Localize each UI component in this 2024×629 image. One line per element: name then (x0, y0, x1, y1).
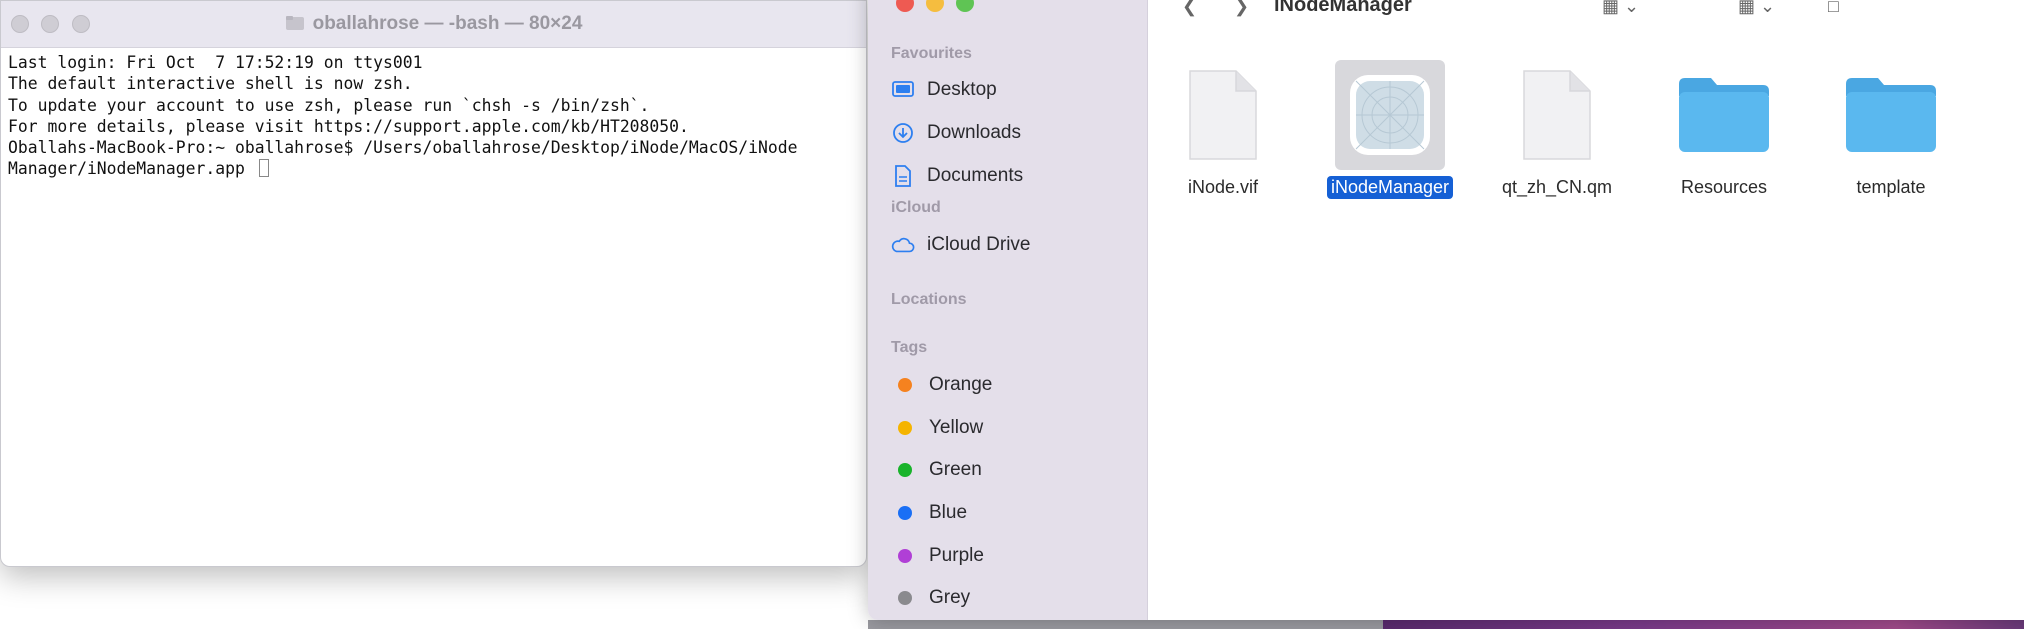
sidebar-item-label: Grey (929, 587, 971, 608)
documents-icon (891, 164, 915, 188)
sidebar-item-label: Orange (929, 374, 993, 395)
folder-name: Resources (1680, 177, 1768, 197)
back-button[interactable]: ❮ (1182, 0, 1197, 17)
tag-color-dot (898, 421, 912, 435)
sidebar-tag-blue[interactable]: Blue (891, 498, 967, 528)
sidebar-item-icloud-drive[interactable]: iCloud Drive (891, 230, 1030, 260)
sidebar-item-desktop[interactable]: Desktop (891, 75, 997, 105)
file-item-selected[interactable]: iNodeManager (1315, 60, 1465, 199)
sidebar-item-label: Green (929, 459, 982, 480)
text-cursor (258, 159, 269, 178)
sidebar-tag-grey[interactable]: Grey (891, 583, 970, 613)
locations-heading[interactable]: Locations (891, 291, 967, 309)
tag-color-dot (898, 463, 912, 477)
tag-color-dot (898, 549, 912, 563)
folder-name: template (1856, 177, 1926, 197)
sidebar-tag-green[interactable]: Green (891, 455, 982, 485)
file-name: iNodeManager (1326, 176, 1454, 199)
zoom-button[interactable] (956, 0, 974, 12)
terminal-line: Manager/iNodeManager.app (8, 159, 255, 179)
folder-item[interactable]: Resources (1649, 60, 1799, 199)
terminal-line: For more details, please visit https://s… (8, 116, 689, 136)
share-button[interactable]: □ (1828, 0, 1839, 17)
terminal-titlebar[interactable]: oballahrose — -bash — 80×24 (1, 1, 866, 48)
sidebar-tag-purple[interactable]: Purple (891, 541, 984, 571)
tag-color-dot (898, 506, 912, 520)
terminal-line: The default interactive shell is now zsh… (8, 74, 413, 94)
terminal-prompt-line: Manager/iNodeManager.app (8, 158, 866, 179)
file-name: qt_zh_CN.qm (1501, 177, 1613, 197)
finder-window[interactable]: Favourites Desktop Downloads Documents i… (868, 0, 2024, 620)
sidebar-tag-orange[interactable]: Orange (891, 370, 992, 400)
sidebar-item-label: Documents (927, 165, 1024, 186)
dock-area (868, 620, 1383, 629)
sidebar-item-label: Yellow (929, 417, 984, 438)
file-name: iNode.vif (1187, 177, 1259, 197)
sidebar-tag-yellow[interactable]: Yellow (891, 413, 983, 443)
finder-sidebar: Favourites Desktop Downloads Documents i… (868, 0, 1148, 620)
close-button[interactable] (896, 0, 914, 12)
folder-icon (285, 15, 305, 31)
terminal-line: Oballahs-MacBook-Pro:~ oballahrose$ /Use… (8, 138, 798, 158)
finder-content[interactable]: ❮ ❯ iNodeManager ▦ ⌄ ▦ ⌄ □ iNode.vif iNo… (1148, 0, 2024, 620)
terminal-line: Last login: Fri Oct 7 17:52:19 on ttys00… (8, 53, 423, 72)
sidebar-item-downloads[interactable]: Downloads (891, 118, 1021, 148)
icloud-heading: iCloud (891, 199, 941, 216)
group-button[interactable]: ▦ ⌄ (1738, 0, 1775, 17)
favourites-heading: Favourites (891, 45, 972, 62)
tags-heading[interactable]: Tags (891, 339, 927, 357)
folder-icon (1669, 60, 1779, 170)
document-icon (1502, 60, 1612, 170)
folder-item[interactable]: template (1816, 60, 1966, 199)
downloads-icon (891, 121, 915, 145)
tag-color-dot (898, 591, 912, 605)
sidebar-item-documents[interactable]: Documents (891, 161, 1023, 191)
terminal-title: oballahrose — -bash — 80×24 (1, 13, 866, 35)
desktop-wallpaper-strip (1383, 620, 2024, 629)
forward-button[interactable]: ❯ (1234, 0, 1249, 17)
sidebar-item-label: Blue (929, 502, 968, 523)
terminal-window[interactable]: oballahrose — -bash — 80×24 Last login: … (0, 0, 867, 567)
file-item[interactable]: iNode.vif (1148, 60, 1298, 199)
window-title: iNodeManager (1274, 0, 1412, 16)
terminal-output[interactable]: Last login: Fri Oct 7 17:52:19 on ttys00… (1, 48, 866, 180)
app-icon (1335, 60, 1445, 170)
minimize-button[interactable] (926, 0, 944, 12)
terminal-title-text: oballahrose — -bash — 80×24 (312, 13, 583, 34)
document-icon (1168, 60, 1278, 170)
terminal-line: To update your account to use zsh, pleas… (8, 95, 650, 115)
folder-icon (1836, 60, 1946, 170)
desktop-icon (891, 78, 915, 102)
icloud-icon (891, 233, 915, 257)
view-mode-button[interactable]: ▦ ⌄ (1602, 0, 1639, 17)
sidebar-item-label: iCloud Drive (927, 234, 1031, 255)
file-item[interactable]: qt_zh_CN.qm (1482, 60, 1632, 199)
sidebar-item-label: Desktop (927, 79, 997, 100)
tag-color-dot (898, 378, 912, 392)
sidebar-item-label: Purple (929, 545, 984, 566)
sidebar-item-label: Downloads (927, 122, 1021, 143)
